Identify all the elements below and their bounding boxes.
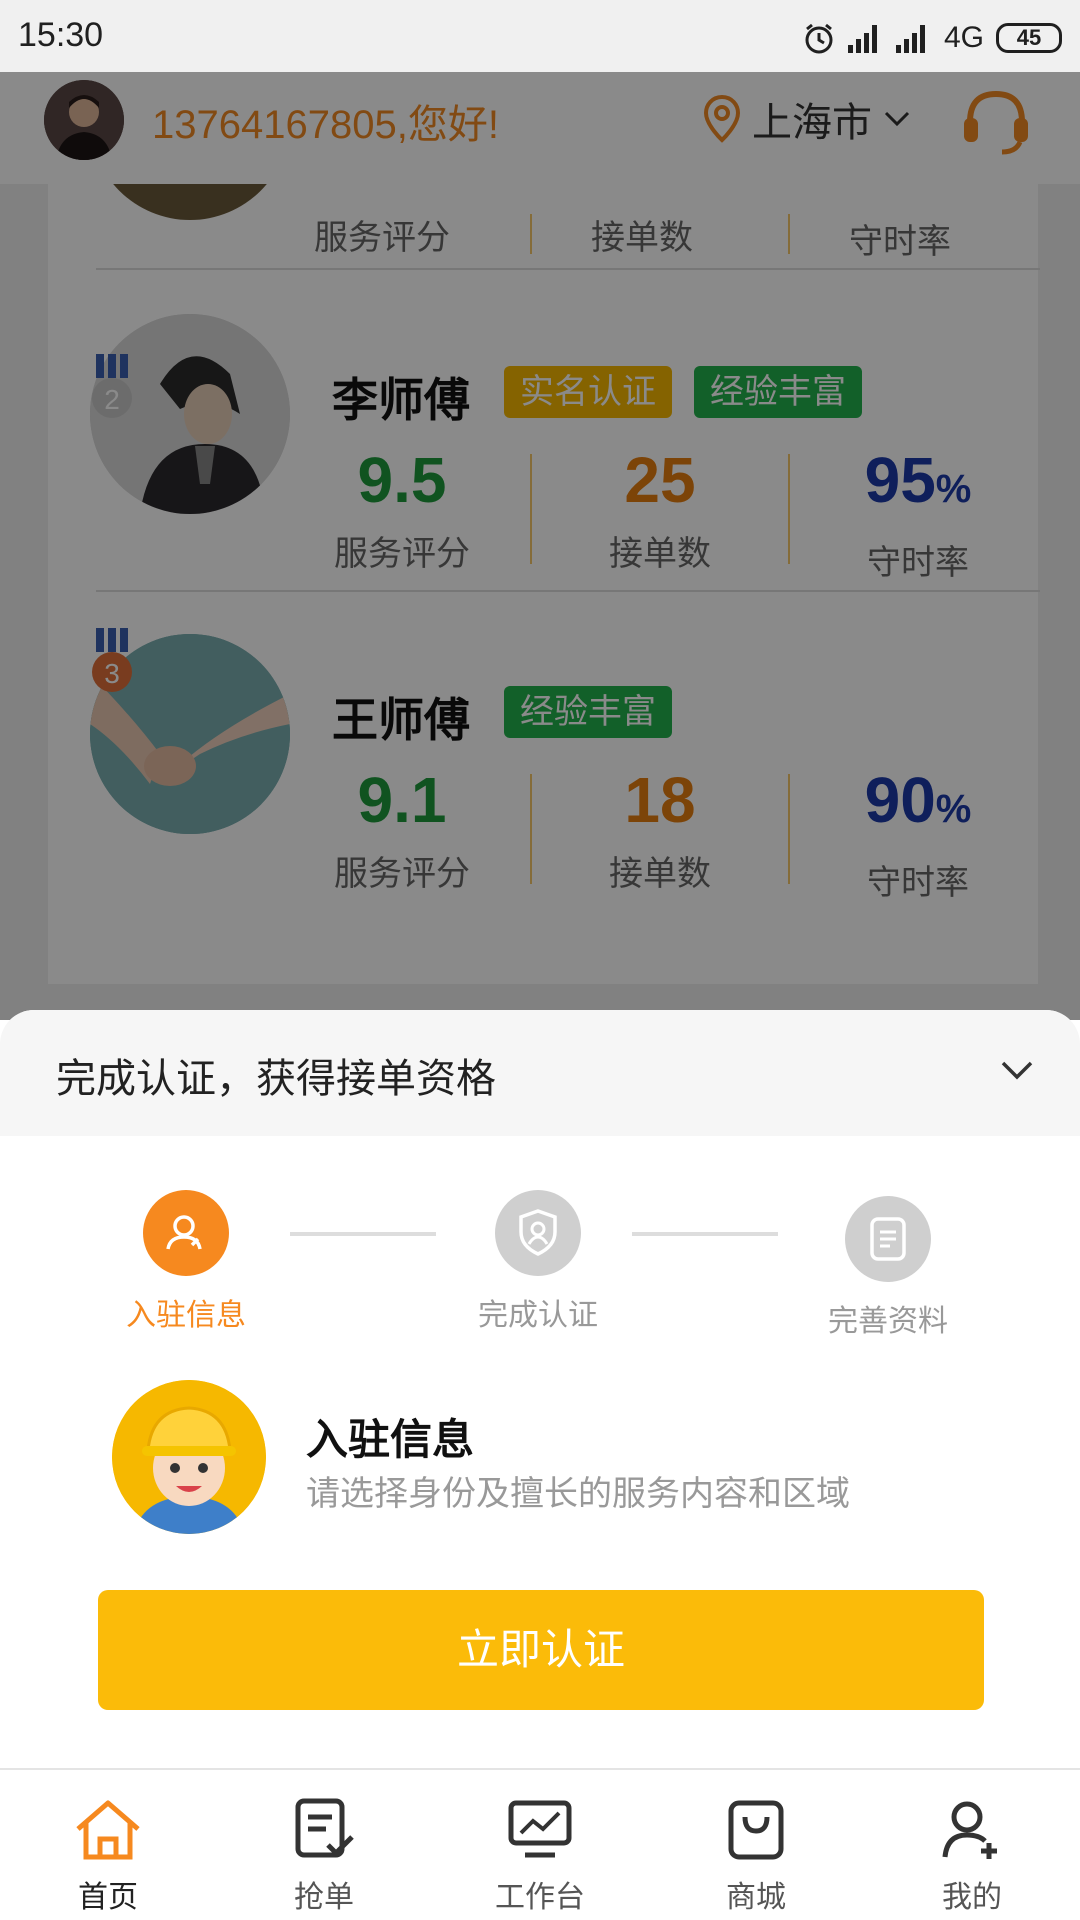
step-connector — [632, 1232, 778, 1236]
user-icon — [143, 1190, 229, 1276]
step-complete-profile[interactable]: 完善资料 — [788, 1196, 988, 1340]
modal-backdrop[interactable] — [0, 72, 1080, 1020]
tab-shop[interactable]: 商城 — [648, 1770, 864, 1920]
home-icon — [70, 1792, 146, 1868]
tab-label: 工作台 — [495, 1880, 585, 1915]
tab-bar: 首页 抢单 工作台 商城 我的 — [0, 1768, 1080, 1920]
step-connector — [290, 1232, 436, 1236]
step-settle-info[interactable]: 入驻信息 — [86, 1190, 286, 1334]
tab-label: 我的 — [942, 1880, 1002, 1915]
document-icon — [845, 1196, 931, 1282]
workbench-icon — [502, 1792, 578, 1868]
tab-workbench[interactable]: 工作台 — [432, 1770, 648, 1920]
step-label: 入驻信息 — [126, 1298, 246, 1333]
shop-bag-icon — [718, 1792, 794, 1868]
step-label: 完成认证 — [478, 1298, 598, 1333]
certify-now-button[interactable]: 立即认证 — [98, 1590, 984, 1710]
certification-sheet: 完成认证，获得接单资格 入驻信息 完成认证 完善资料 入驻信息 请选择身份及擅长… — [0, 1010, 1080, 1768]
worker-avatar-icon — [112, 1380, 266, 1534]
tab-mine[interactable]: 我的 — [864, 1770, 1080, 1920]
intro-description: 请选择身份及擅长的服务内容和区域 — [306, 1474, 850, 1514]
intro-title: 入驻信息 — [306, 1415, 475, 1464]
profile-add-icon — [934, 1792, 1010, 1868]
shield-icon — [495, 1190, 581, 1276]
tab-grab-order[interactable]: 抢单 — [216, 1770, 432, 1920]
sheet-title: 完成认证，获得接单资格 — [56, 1056, 496, 1102]
status-bar-tint — [0, 0, 1080, 72]
step-label: 完善资料 — [828, 1304, 948, 1339]
tab-label: 抢单 — [294, 1880, 354, 1915]
sheet-header: 完成认证，获得接单资格 — [0, 1010, 1080, 1136]
chevron-down-icon — [1001, 1061, 1033, 1080]
step-complete-certification[interactable]: 完成认证 — [438, 1190, 638, 1334]
grab-order-icon — [286, 1792, 362, 1868]
collapse-button[interactable] — [982, 1036, 1052, 1106]
tab-home[interactable]: 首页 — [0, 1770, 216, 1920]
tab-label: 商城 — [726, 1880, 786, 1915]
tab-label: 首页 — [78, 1880, 138, 1915]
